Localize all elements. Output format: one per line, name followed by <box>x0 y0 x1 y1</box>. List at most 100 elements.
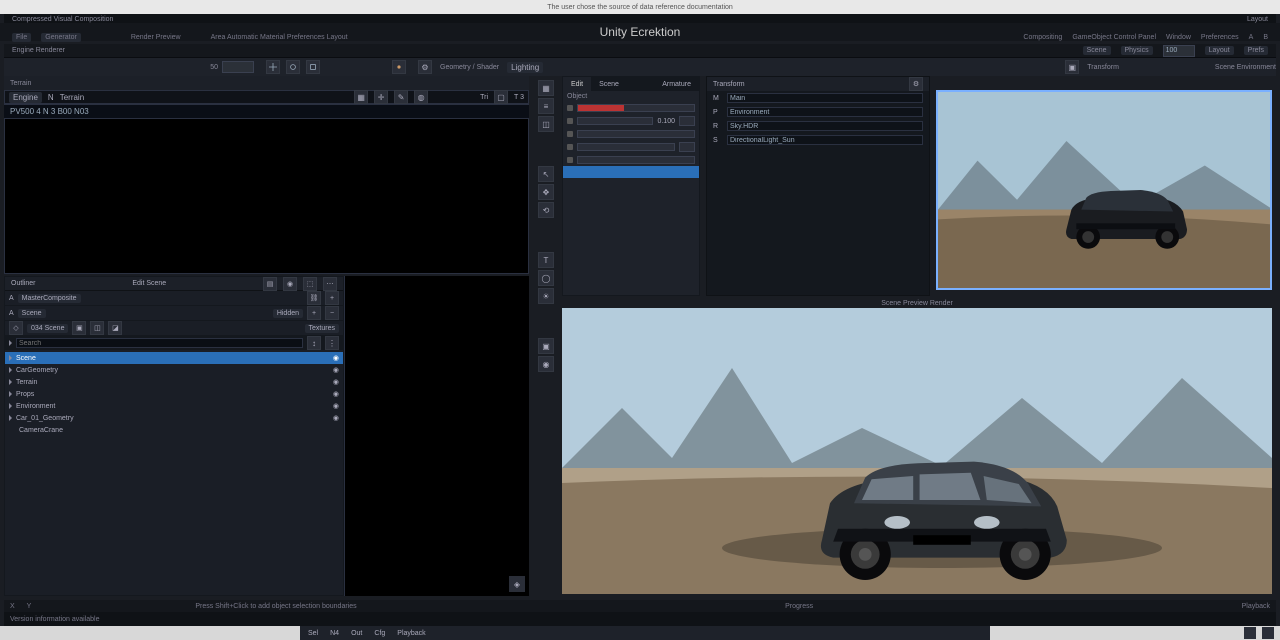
menu-compositing[interactable]: Compositing <box>1023 34 1062 41</box>
tree-item-props[interactable]: Props◉ <box>5 388 343 400</box>
opt-physics[interactable]: Physics <box>1121 46 1153 55</box>
vis-icon[interactable]: ◉ <box>333 354 339 362</box>
vt-mesh-icon[interactable]: ◫ <box>538 116 554 132</box>
vis-icon[interactable]: ◉ <box>333 366 339 374</box>
cursor-icon[interactable]: ✛ <box>374 90 388 104</box>
link-icon[interactable]: ⛓ <box>307 291 321 305</box>
hidden2[interactable]: Textures <box>305 324 339 333</box>
field-location[interactable] <box>563 102 699 114</box>
field-extra[interactable] <box>563 154 699 166</box>
main-viewport[interactable] <box>4 118 529 274</box>
opts-icon[interactable]: ⋮ <box>325 336 339 350</box>
paint-icon[interactable]: ◍ <box>414 90 428 104</box>
menu-prefs[interactable]: Preferences <box>1201 34 1239 41</box>
insp-env[interactable]: P <box>707 105 929 119</box>
a-icon[interactable]: A <box>9 295 14 302</box>
menu-gameobject[interactable]: GameObject Control Panel <box>1072 34 1156 41</box>
vis-icon[interactable]: ◉ <box>333 390 339 398</box>
menu-render[interactable]: Render Preview <box>131 34 181 41</box>
tab-edit[interactable]: Edit <box>563 77 591 91</box>
menu-area[interactable]: Area Automatic Material Preferences Layo… <box>211 34 348 41</box>
rotate-icon[interactable] <box>286 60 300 74</box>
scene034[interactable]: 034 Scene <box>27 324 68 333</box>
insp-main[interactable]: M <box>707 91 929 105</box>
expand-icon[interactable] <box>9 340 12 346</box>
plus2-icon[interactable]: + <box>307 306 321 320</box>
cube-icon[interactable]: ◇ <box>9 321 23 335</box>
tree-item-terrain[interactable]: Terrain◉ <box>5 376 343 388</box>
menu-window[interactable]: Window <box>1166 34 1191 41</box>
tree-item-cargeo[interactable]: CarGeometry◉ <box>5 364 343 376</box>
tab-lighting[interactable]: Lighting <box>507 62 543 73</box>
tab-scene[interactable]: Scene <box>591 77 627 91</box>
vt-select-icon[interactable]: ↖ <box>538 166 554 182</box>
vis-icon[interactable]: ◉ <box>333 402 339 410</box>
opt-prefs[interactable]: Prefs <box>1244 46 1268 55</box>
brush-icon[interactable]: ✎ <box>394 90 408 104</box>
opt-layout[interactable]: Layout <box>1205 46 1234 55</box>
tb-cfg[interactable]: Cfg <box>374 630 385 637</box>
grid-icon[interactable]: ▦ <box>354 90 368 104</box>
gear-icon[interactable]: ⚙ <box>418 60 432 74</box>
filter-icon[interactable]: ▤ <box>263 277 277 291</box>
field-dim[interactable] <box>563 140 699 154</box>
main-render-viewport[interactable] <box>562 308 1272 594</box>
tb-out[interactable]: Out <box>351 630 362 637</box>
lock-icon[interactable]: ⬚ <box>303 277 317 291</box>
vt-rotate-icon[interactable]: ⟲ <box>538 202 554 218</box>
t3-icon[interactable]: ◪ <box>108 321 122 335</box>
vt-light-icon[interactable]: ☀ <box>538 288 554 304</box>
cube-widget-icon[interactable]: ◈ <box>509 576 525 592</box>
field-selected[interactable] <box>563 166 699 178</box>
scene-chip[interactable]: Scene <box>18 309 46 318</box>
menu-a-icon[interactable]: A <box>1249 34 1254 41</box>
n-icon[interactable]: N <box>48 93 54 102</box>
vt-move-icon[interactable]: ✥ <box>538 184 554 200</box>
vt-text-icon[interactable]: T <box>538 252 554 268</box>
insp-sky[interactable]: R <box>707 119 929 133</box>
tree-item-camera[interactable]: CameraCrane <box>5 424 343 436</box>
vt-eye2-icon[interactable]: ◉ <box>538 356 554 372</box>
t2-icon[interactable]: ◫ <box>90 321 104 335</box>
move-icon[interactable] <box>266 60 280 74</box>
tree-item-car01[interactable]: Car_01_Geometry◉ <box>5 412 343 424</box>
tree-item-env[interactable]: Environment◉ <box>5 400 343 412</box>
os-tray-2[interactable] <box>1262 627 1274 639</box>
terrain-chip[interactable]: Terrain <box>60 93 84 102</box>
menu-file[interactable]: File <box>12 33 31 42</box>
tree-item-scene[interactable]: Scene◉ <box>5 352 343 364</box>
vt-layers-icon[interactable]: ≡ <box>538 98 554 114</box>
mode-icon[interactable]: ▢ <box>494 90 508 104</box>
eye-icon[interactable]: ◉ <box>283 277 297 291</box>
tb-n4[interactable]: N4 <box>330 630 339 637</box>
secondary-viewport[interactable]: ◈ <box>344 276 529 596</box>
menu-b-icon[interactable]: B <box>1263 34 1268 41</box>
tb-play[interactable]: Playback <box>397 630 425 637</box>
vt-grid-icon[interactable]: ▦ <box>538 80 554 96</box>
search-input[interactable] <box>16 338 303 348</box>
field-rotation[interactable]: 0.100 <box>563 114 699 128</box>
more-icon[interactable]: ⋯ <box>323 277 337 291</box>
opt-scene[interactable]: Scene <box>1083 46 1111 55</box>
render-thumbnail[interactable] <box>936 90 1272 290</box>
scale-icon[interactable] <box>306 60 320 74</box>
vt-cam2-icon[interactable]: ▣ <box>538 338 554 354</box>
minus-icon[interactable]: − <box>325 306 339 320</box>
insp-gear-icon[interactable]: ⚙ <box>909 77 923 91</box>
plus-icon[interactable]: + <box>325 291 339 305</box>
vis-icon[interactable]: ◉ <box>333 414 339 422</box>
tab-armature[interactable]: Armature <box>654 77 699 91</box>
a2-icon[interactable]: A <box>9 310 14 317</box>
engine-chip[interactable]: Engine <box>9 92 42 103</box>
vis-icon[interactable]: ◉ <box>333 378 339 386</box>
hidden-chip[interactable]: Hidden <box>273 309 303 318</box>
os-tray-1[interactable] <box>1244 627 1256 639</box>
menu-generator[interactable]: Generator <box>41 33 81 42</box>
engine-dropdown[interactable]: Engine Renderer <box>12 47 65 54</box>
t1-icon[interactable]: ▣ <box>72 321 86 335</box>
cam-icon[interactable]: ▣ <box>1065 60 1079 74</box>
insp-sun[interactable]: S <box>707 133 929 147</box>
frame-box[interactable] <box>222 61 254 73</box>
pivot-icon[interactable] <box>392 60 406 74</box>
master-comp[interactable]: MasterComposite <box>18 294 81 303</box>
